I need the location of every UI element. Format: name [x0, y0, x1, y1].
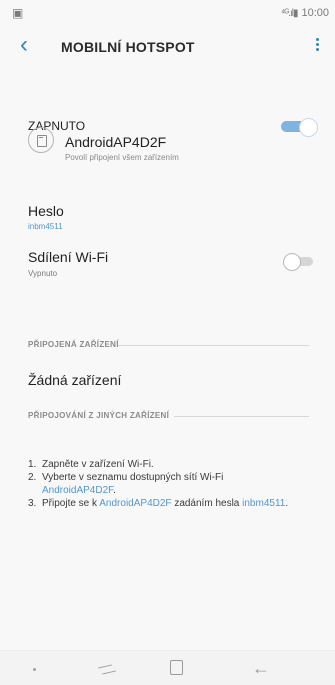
home-icon[interactable]	[170, 660, 183, 675]
password-value: inbm4511	[28, 222, 63, 231]
navigation-bar: ←	[0, 650, 335, 685]
step-text-prefix: Připojte se k	[42, 498, 98, 509]
recent-apps-icon[interactable]	[98, 662, 116, 676]
wifi-sharing-label: Sdílení Wi-Fi	[28, 249, 109, 265]
network-name: AndroidAP4D2F	[65, 134, 167, 150]
section-divider	[118, 345, 309, 346]
step-text-suffix: .	[113, 485, 116, 496]
nav-dot-icon[interactable]	[33, 668, 36, 671]
section-divider	[174, 416, 309, 417]
image-icon: ▣	[12, 6, 24, 20]
step-text-prefix: Vyberte v seznamu dostupných sítí Wi-Fi	[42, 472, 224, 483]
wifi-sharing-status: Vypnuto	[28, 269, 58, 278]
password-link: inbm4511	[242, 498, 286, 509]
page-title: MOBILNÍ HOTSPOT	[61, 39, 195, 55]
connected-devices-title: PŘIPOJENÁ ZAŘÍZENÍ	[28, 340, 119, 349]
password-label: Heslo	[28, 203, 64, 219]
switch-thumb	[283, 253, 301, 271]
signal-icon: ⁴ᴳ.ıl▮	[280, 7, 299, 19]
instruction-step: 1. Zapněte v zařízení Wi-Fi.	[28, 458, 310, 471]
instruction-step: 3. Připojte se k AndroidAP4D2F zadáním h…	[28, 497, 310, 510]
wifi-sharing-switch[interactable]	[283, 253, 318, 271]
step-number: 3.	[28, 498, 37, 509]
status-bar: ▣ ⁴ᴳ.ıl▮ 10:00	[0, 0, 335, 26]
clock: 10:00	[301, 7, 329, 19]
instruction-step: 2. Vyberte v seznamu dostupných sítí Wi-…	[28, 471, 310, 497]
connecting-title: PŘIPOJOVÁNÍ Z JINÝCH ZAŘÍZENÍ	[28, 411, 170, 420]
password-row[interactable]: Heslo inbm4511	[0, 200, 335, 238]
step-number: 2.	[28, 472, 37, 483]
step-number: 1.	[28, 459, 37, 470]
ssid-link: AndroidAP4D2F	[42, 485, 114, 496]
connection-instructions: 1. Zapněte v zařízení Wi-Fi. 2. Vyberte …	[28, 458, 310, 510]
status-icons: ⁴ᴳ.ıl▮ 10:00	[281, 7, 329, 19]
step-text: Zapněte v zařízení Wi-Fi.	[42, 459, 154, 470]
more-vert-icon[interactable]	[316, 37, 319, 54]
back-arrow-icon[interactable]: ←	[252, 659, 270, 677]
step-text-suffix: .	[285, 498, 289, 509]
network-row[interactable]: AndroidAP4D2F Povolí připojení všem zaří…	[0, 126, 335, 168]
ssid-link: AndroidAP4D2F	[99, 498, 172, 509]
network-subtitle: Povolí připojení všem zařízením	[65, 153, 179, 162]
step-text: Připojte se k AndroidAP4D2F zadáním hesl…	[28, 497, 310, 510]
step-text: Vyberte v seznamu dostupných sítí Wi-Fi …	[28, 471, 310, 497]
back-chevron-icon[interactable]: ‹	[20, 33, 28, 57]
app-bar: ‹ MOBILNÍ HOTSPOT	[0, 29, 335, 65]
step-text-middle: zadáním hesla	[174, 498, 240, 509]
no-devices-text: Žádná zařízení	[28, 372, 122, 388]
